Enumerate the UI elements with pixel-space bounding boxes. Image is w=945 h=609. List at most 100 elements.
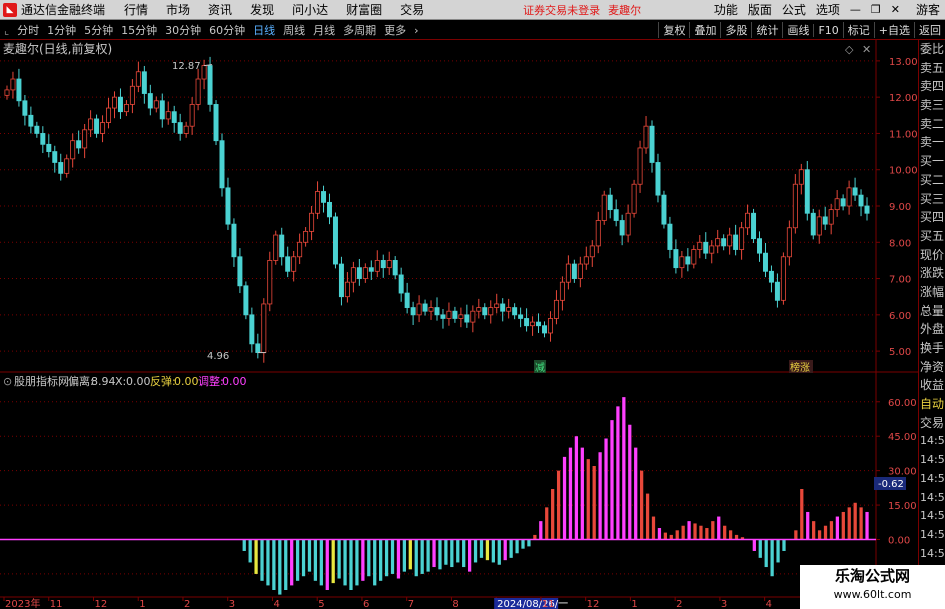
candle[interactable] xyxy=(350,261,356,293)
candle[interactable] xyxy=(571,259,577,283)
indicator-toggle-icon[interactable]: ⊙ xyxy=(3,375,12,388)
minimize-icon[interactable]: — xyxy=(845,3,866,16)
candle[interactable] xyxy=(111,91,117,119)
candle[interactable] xyxy=(518,307,524,328)
candle[interactable] xyxy=(231,218,237,267)
period-fenshi[interactable]: 分时 xyxy=(13,22,43,38)
candle[interactable] xyxy=(52,145,58,173)
candle[interactable] xyxy=(58,153,64,181)
candle[interactable] xyxy=(458,307,464,328)
candle[interactable] xyxy=(828,203,834,235)
candle[interactable] xyxy=(792,174,798,234)
candle[interactable] xyxy=(703,232,709,259)
close-icon[interactable]: ✕ xyxy=(886,3,905,16)
period-multi[interactable]: 多周期 xyxy=(339,22,380,38)
menu-gongshi[interactable]: 公式 xyxy=(777,1,811,18)
candle[interactable] xyxy=(583,246,589,270)
candle[interactable] xyxy=(625,204,631,243)
candle[interactable] xyxy=(291,250,297,282)
candle[interactable] xyxy=(637,140,643,193)
candle[interactable] xyxy=(822,206,828,230)
candle[interactable] xyxy=(46,134,52,158)
candle[interactable] xyxy=(440,309,446,329)
candle[interactable] xyxy=(416,295,422,323)
candle[interactable] xyxy=(595,211,601,254)
chart-area[interactable]: 13.0012.0011.0010.009.008.007.006.005.00… xyxy=(0,40,945,609)
candle[interactable] xyxy=(321,185,327,213)
candle[interactable] xyxy=(303,227,309,247)
candle[interactable] xyxy=(739,221,745,260)
candle[interactable] xyxy=(189,97,195,135)
candle[interactable] xyxy=(685,248,691,272)
menu-item-hangqing[interactable]: 行情 xyxy=(115,1,157,18)
candle[interactable] xyxy=(673,239,679,274)
candle[interactable] xyxy=(500,298,506,322)
candle[interactable] xyxy=(751,208,757,244)
period-30min[interactable]: 30分钟 xyxy=(161,22,205,38)
chevron-right-icon[interactable]: › xyxy=(410,24,422,37)
menu-item-wenxiaoda[interactable]: 问小达 xyxy=(283,1,337,18)
kline-candles[interactable] xyxy=(4,56,870,363)
candle[interactable] xyxy=(237,248,243,294)
menu-banmian[interactable]: 版面 xyxy=(743,1,777,18)
candle[interactable] xyxy=(697,235,703,259)
indicator-bars[interactable] xyxy=(0,397,876,595)
candle[interactable] xyxy=(165,101,171,125)
candle[interactable] xyxy=(667,216,673,259)
candle[interactable] xyxy=(76,130,82,154)
collapse-icon[interactable]: ⌞ xyxy=(0,24,13,37)
candle[interactable] xyxy=(428,300,434,320)
btn-fuquan[interactable]: 复权 xyxy=(658,22,689,38)
candle[interactable] xyxy=(64,154,70,178)
candle[interactable] xyxy=(834,190,840,217)
period-1min[interactable]: 1分钟 xyxy=(43,22,80,38)
candle[interactable] xyxy=(213,100,219,146)
candle[interactable] xyxy=(733,224,739,256)
candle[interactable] xyxy=(464,304,470,328)
candle[interactable] xyxy=(106,97,112,129)
candle[interactable] xyxy=(649,120,655,173)
candle[interactable] xyxy=(40,126,46,154)
candle[interactable] xyxy=(721,234,727,251)
candle[interactable] xyxy=(219,133,225,197)
candle[interactable] xyxy=(309,206,315,241)
candle[interactable] xyxy=(434,297,440,321)
candle[interactable] xyxy=(446,302,452,326)
candle[interactable] xyxy=(94,114,100,138)
period-monthly[interactable]: 月线 xyxy=(309,22,339,38)
candle[interactable] xyxy=(816,209,822,244)
candle[interactable] xyxy=(727,227,733,255)
candle[interactable] xyxy=(123,100,129,117)
candle[interactable] xyxy=(16,68,22,107)
candle[interactable] xyxy=(356,258,362,286)
candle[interactable] xyxy=(100,115,106,143)
candle[interactable] xyxy=(285,246,291,278)
candle[interactable] xyxy=(249,307,255,353)
btn-diejia[interactable]: 叠加 xyxy=(689,22,720,38)
candle[interactable] xyxy=(135,61,141,93)
candle[interactable] xyxy=(852,177,858,201)
candle[interactable] xyxy=(279,227,285,266)
btn-duogu[interactable]: 多股 xyxy=(720,22,751,38)
candle[interactable] xyxy=(506,298,512,319)
period-weekly[interactable]: 周线 xyxy=(279,22,309,38)
candle[interactable] xyxy=(452,306,458,323)
period-60min[interactable]: 60分钟 xyxy=(205,22,249,38)
candle[interactable] xyxy=(691,245,697,269)
candle[interactable] xyxy=(141,65,147,104)
candle[interactable] xyxy=(374,250,380,278)
candle[interactable] xyxy=(368,260,374,281)
auto-button[interactable]: 自动 xyxy=(919,395,945,414)
candle[interactable] xyxy=(631,179,637,218)
candle[interactable] xyxy=(762,243,768,278)
candle[interactable] xyxy=(344,272,350,303)
candle[interactable] xyxy=(183,121,189,138)
btn-add-favorite[interactable]: +自选 xyxy=(873,22,914,38)
candle[interactable] xyxy=(613,199,619,227)
candle[interactable] xyxy=(798,163,804,195)
candle[interactable] xyxy=(255,333,261,359)
candle[interactable] xyxy=(607,187,613,219)
candle[interactable] xyxy=(410,301,416,325)
candle[interactable] xyxy=(201,59,207,90)
candle[interactable] xyxy=(195,68,201,111)
